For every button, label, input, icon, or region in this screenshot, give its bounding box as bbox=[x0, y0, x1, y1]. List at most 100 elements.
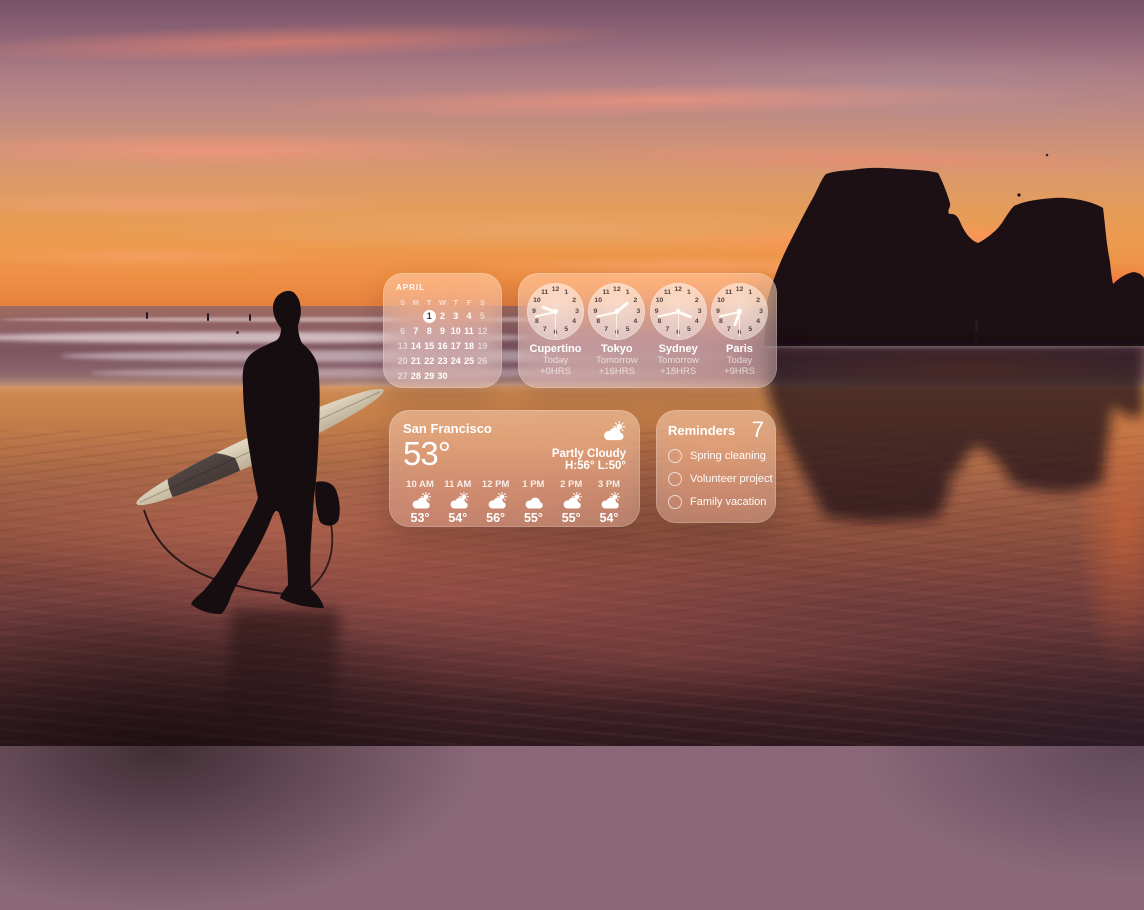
reminders-header: Reminders 7 bbox=[668, 418, 764, 442]
weather-hour-column: 10 AM53° bbox=[403, 479, 437, 525]
clock-numeral: 8 bbox=[592, 317, 604, 327]
clock-day-label: Today bbox=[710, 355, 769, 366]
calendar-day-selected: 1 bbox=[423, 310, 436, 323]
clock-paris[interactable]: 123456789101112ParisToday+9HRS bbox=[710, 283, 769, 380]
reminder-item[interactable]: Volunteer project bbox=[668, 472, 764, 486]
clock-numeral: 5 bbox=[683, 325, 695, 335]
partly-cloudy-icon bbox=[592, 492, 626, 510]
reminder-label: Volunteer project bbox=[690, 473, 773, 485]
cloudy-icon bbox=[516, 492, 550, 510]
calendar-day: 27 bbox=[396, 370, 409, 383]
calendar-day: 3 bbox=[449, 310, 462, 323]
weather-hour-time: 11 AM bbox=[441, 479, 475, 490]
partly-cloudy-icon bbox=[403, 492, 437, 510]
clock-cupertino[interactable]: 123456789101112CupertinoToday+0HRS bbox=[526, 283, 585, 380]
clock-face: 123456789101112 bbox=[588, 283, 645, 340]
weather-city: San Francisco bbox=[403, 421, 492, 436]
reminder-item[interactable]: Family vacation bbox=[668, 495, 764, 509]
clock-offset-label: +9HRS bbox=[710, 366, 769, 377]
weather-hour-temp: 55° bbox=[554, 511, 588, 525]
flying-bird bbox=[1046, 154, 1049, 157]
clock-city-label: Paris bbox=[710, 343, 769, 355]
surfboard bbox=[131, 378, 389, 516]
clock-numeral: 5 bbox=[560, 325, 572, 335]
clock-city-label: Tokyo bbox=[587, 343, 646, 355]
clock-numeral: 12 bbox=[611, 285, 623, 295]
weather-hour-temp: 56° bbox=[479, 511, 513, 525]
calendar-day: 30 bbox=[436, 370, 449, 383]
clock-city-label: Sydney bbox=[649, 343, 708, 355]
clock-sydney[interactable]: 123456789101112SydneyTomorrow+18HRS bbox=[649, 283, 708, 380]
clock-city-label: Cupertino bbox=[526, 343, 585, 355]
clock-numeral: 3 bbox=[694, 307, 706, 317]
leash-strap bbox=[304, 524, 332, 593]
clock-offset-label: +0HRS bbox=[526, 366, 585, 377]
calendar-day-empty bbox=[476, 370, 489, 383]
reminders-widget[interactable]: Reminders 7 Spring cleaning Volunteer pro… bbox=[656, 410, 776, 523]
clock-center-cap bbox=[553, 309, 558, 314]
partly-cloudy-icon bbox=[554, 492, 588, 510]
weather-hour-time: 1 PM bbox=[516, 479, 550, 490]
clock-numeral: 3 bbox=[755, 307, 767, 317]
bird-on-rock bbox=[1017, 193, 1020, 196]
weather-hour-time: 3 PM bbox=[592, 479, 626, 490]
calendar-day: 16 bbox=[436, 340, 449, 353]
calendar-day: 20 bbox=[396, 355, 409, 368]
calendar-day: 14 bbox=[409, 340, 422, 353]
calendar-weekday: T bbox=[423, 298, 436, 307]
calendar-day: 24 bbox=[449, 355, 462, 368]
calendar-day: 9 bbox=[436, 325, 449, 338]
calendar-day-empty bbox=[462, 370, 475, 383]
reminder-checkbox[interactable] bbox=[668, 449, 682, 463]
calendar-weekday: S bbox=[476, 298, 489, 307]
weather-hour-column: 12 PM56° bbox=[479, 479, 513, 525]
weather-hour-column: 3 PM54° bbox=[592, 479, 626, 525]
calendar-widget[interactable]: APRIL SMTWTFS 12345678910111213141516171… bbox=[383, 273, 502, 388]
calendar-day: 2 bbox=[436, 310, 449, 323]
weather-widget[interactable]: San Francisco 53° Partly Cloudy H:56° L:… bbox=[389, 410, 640, 527]
weather-hour-temp: 54° bbox=[441, 511, 475, 525]
calendar-day: 5 bbox=[476, 310, 489, 323]
clock-numeral: 12 bbox=[733, 285, 745, 295]
partly-cloudy-icon bbox=[599, 421, 626, 446]
clock-center-cap bbox=[737, 309, 742, 314]
clock-offset-label: +16HRS bbox=[587, 366, 646, 377]
clock-row: 123456789101112CupertinoToday+0HRS123456… bbox=[526, 283, 769, 380]
reminders-list: Spring cleaning Volunteer project Family v… bbox=[668, 444, 764, 513]
clock-center-cap bbox=[615, 309, 620, 314]
clock-day-label: Tomorrow bbox=[649, 355, 708, 366]
surfer-reflection bbox=[224, 610, 339, 746]
reminder-checkbox[interactable] bbox=[668, 495, 682, 509]
surfer-silhouette bbox=[130, 280, 390, 640]
calendar-day-empty bbox=[409, 310, 422, 323]
surfer-body bbox=[191, 291, 324, 614]
calendar-weekday: F bbox=[462, 298, 475, 307]
clock-numeral: 5 bbox=[744, 325, 756, 335]
calendar-weekday: W bbox=[436, 298, 449, 307]
weather-current-temp: 53° bbox=[403, 437, 492, 471]
weather-left: San Francisco 53° bbox=[403, 421, 492, 472]
calendar-day: 7 bbox=[409, 325, 422, 338]
world-clock-widget[interactable]: 123456789101112CupertinoToday+0HRS123456… bbox=[518, 273, 777, 388]
calendar-day-empty bbox=[396, 310, 409, 323]
calendar-month-label: APRIL bbox=[396, 283, 489, 292]
reminder-item[interactable]: Spring cleaning bbox=[668, 449, 764, 463]
weather-header: San Francisco 53° Partly Cloudy H:56° L:… bbox=[403, 421, 626, 472]
clock-offset-label: +18HRS bbox=[649, 366, 708, 377]
calendar-day: 25 bbox=[462, 355, 475, 368]
board-shadow bbox=[167, 452, 241, 509]
clock-day-label: Tomorrow bbox=[587, 355, 646, 366]
calendar-day: 13 bbox=[396, 340, 409, 353]
clock-tokyo[interactable]: 123456789101112 TokyoTomorrow+16HRS bbox=[587, 283, 646, 380]
calendar-day: 15 bbox=[423, 340, 436, 353]
calendar-day-empty bbox=[449, 370, 462, 383]
calendar-day: 29 bbox=[423, 370, 436, 383]
reminders-count-badge: 7 bbox=[752, 418, 764, 442]
calendar-day: 22 bbox=[423, 355, 436, 368]
calendar-grid: 1234567891011121314151617181920212223242… bbox=[396, 310, 489, 383]
calendar-weekday: S bbox=[396, 298, 409, 307]
surfboard-leash bbox=[144, 510, 298, 595]
clock-numeral: 8 bbox=[715, 317, 727, 327]
calendar-day: 26 bbox=[476, 355, 489, 368]
reminder-checkbox[interactable] bbox=[668, 472, 682, 486]
